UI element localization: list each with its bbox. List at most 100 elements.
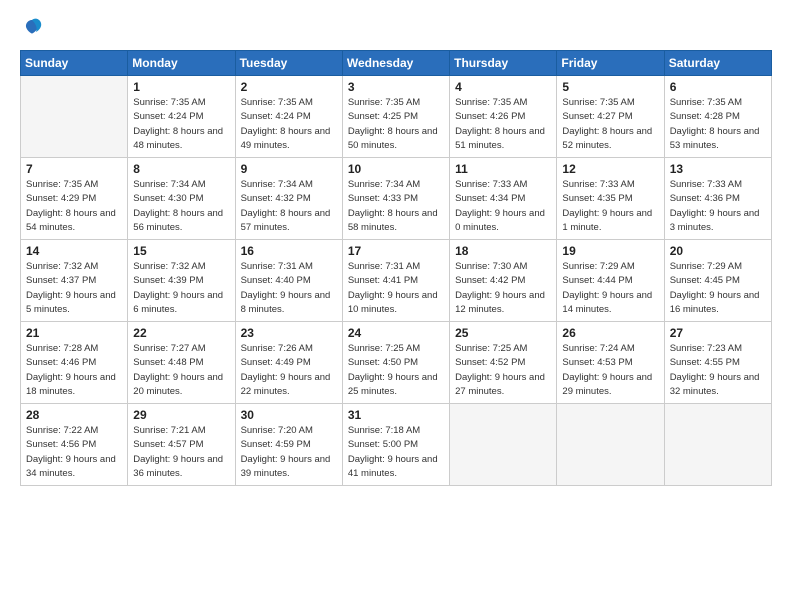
calendar-cell: 31Sunrise: 7:18 AMSunset: 5:00 PMDayligh… — [342, 404, 449, 486]
day-detail: Sunrise: 7:22 AMSunset: 4:56 PMDaylight:… — [26, 424, 122, 481]
sunrise-text: Sunrise: 7:18 AM — [348, 424, 444, 438]
day-number: 23 — [241, 326, 337, 340]
sunset-text: Sunset: 4:49 PM — [241, 356, 337, 370]
day-number: 3 — [348, 80, 444, 94]
day-number: 2 — [241, 80, 337, 94]
day-detail: Sunrise: 7:33 AMSunset: 4:36 PMDaylight:… — [670, 178, 766, 235]
daylight-text: Daylight: 8 hours and 49 minutes. — [241, 125, 337, 154]
week-row-4: 28 Sunrise: 7:22 AMSunset: 4:56 PMDayligh… — [21, 404, 772, 486]
day-detail: Sunrise: 7:28 AMSunset: 4:46 PMDaylight:… — [26, 342, 122, 399]
day-detail: Sunrise: 7:32 AMSunset: 4:39 PMDaylight:… — [133, 260, 229, 317]
calendar-cell: 1 Sunrise: 7:35 AMSunset: 4:24 PMDaylight… — [128, 76, 235, 158]
weekday-header-monday: Monday — [128, 51, 235, 76]
day-detail: Sunrise: 7:30 AMSunset: 4:42 PMDaylight:… — [455, 260, 551, 317]
sunset-text: Sunset: 4:50 PM — [348, 356, 444, 370]
day-number: 27 — [670, 326, 766, 340]
day-number: 21 — [26, 326, 122, 340]
calendar-cell: 18Sunrise: 7:30 AMSunset: 4:42 PMDayligh… — [450, 240, 557, 322]
calendar-cell: 25Sunrise: 7:25 AMSunset: 4:52 PMDayligh… — [450, 322, 557, 404]
day-detail: Sunrise: 7:35 AMSunset: 4:28 PMDaylight:… — [670, 96, 766, 153]
daylight-text: Daylight: 9 hours and 6 minutes. — [133, 289, 229, 318]
day-detail: Sunrise: 7:29 AMSunset: 4:45 PMDaylight:… — [670, 260, 766, 317]
calendar-cell: 30Sunrise: 7:20 AMSunset: 4:59 PMDayligh… — [235, 404, 342, 486]
calendar-cell — [557, 404, 664, 486]
weekday-header-wednesday: Wednesday — [342, 51, 449, 76]
weekday-header-friday: Friday — [557, 51, 664, 76]
day-detail: Sunrise: 7:35 AMSunset: 4:25 PMDaylight:… — [348, 96, 444, 153]
week-row-2: 14Sunrise: 7:32 AMSunset: 4:37 PMDayligh… — [21, 240, 772, 322]
day-detail: Sunrise: 7:26 AMSunset: 4:49 PMDaylight:… — [241, 342, 337, 399]
sunset-text: Sunset: 4:46 PM — [26, 356, 122, 370]
calendar-cell: 12Sunrise: 7:33 AMSunset: 4:35 PMDayligh… — [557, 158, 664, 240]
sunset-text: Sunset: 4:37 PM — [26, 274, 122, 288]
daylight-text: Daylight: 9 hours and 25 minutes. — [348, 371, 444, 400]
sunrise-text: Sunrise: 7:28 AM — [26, 342, 122, 356]
day-detail: Sunrise: 7:35 AMSunset: 4:24 PMDaylight:… — [241, 96, 337, 153]
day-detail: Sunrise: 7:23 AMSunset: 4:55 PMDaylight:… — [670, 342, 766, 399]
daylight-text: Daylight: 9 hours and 34 minutes. — [26, 453, 122, 482]
sunset-text: Sunset: 4:48 PM — [133, 356, 229, 370]
day-number: 28 — [26, 408, 122, 422]
sunrise-text: Sunrise: 7:32 AM — [133, 260, 229, 274]
daylight-text: Daylight: 9 hours and 16 minutes. — [670, 289, 766, 318]
calendar-cell: 3 Sunrise: 7:35 AMSunset: 4:25 PMDaylight… — [342, 76, 449, 158]
sunrise-text: Sunrise: 7:34 AM — [348, 178, 444, 192]
sunrise-text: Sunrise: 7:35 AM — [670, 96, 766, 110]
day-number: 4 — [455, 80, 551, 94]
sunset-text: Sunset: 4:41 PM — [348, 274, 444, 288]
daylight-text: Daylight: 9 hours and 20 minutes. — [133, 371, 229, 400]
daylight-text: Daylight: 9 hours and 8 minutes. — [241, 289, 337, 318]
calendar-cell: 21 Sunrise: 7:28 AMSunset: 4:46 PMDayligh… — [21, 322, 128, 404]
calendar-cell: 22 Sunrise: 7:27 AMSunset: 4:48 PMDayligh… — [128, 322, 235, 404]
daylight-text: Daylight: 9 hours and 39 minutes. — [241, 453, 337, 482]
daylight-text: Daylight: 9 hours and 32 minutes. — [670, 371, 766, 400]
daylight-text: Daylight: 9 hours and 18 minutes. — [26, 371, 122, 400]
day-number: 26 — [562, 326, 658, 340]
calendar-cell: 24Sunrise: 7:25 AMSunset: 4:50 PMDayligh… — [342, 322, 449, 404]
day-detail: Sunrise: 7:27 AMSunset: 4:48 PMDaylight:… — [133, 342, 229, 399]
week-row-0: 1Sunrise: 7:35 AMSunset: 4:24 PMDaylight… — [21, 76, 772, 158]
daylight-text: Daylight: 8 hours and 50 minutes. — [348, 125, 444, 154]
sunrise-text: Sunrise: 7:25 AM — [348, 342, 444, 356]
calendar-cell: 9Sunrise: 7:34 AMSunset: 4:32 PMDaylight… — [235, 158, 342, 240]
sunrise-text: Sunrise: 7:31 AM — [241, 260, 337, 274]
daylight-text: Daylight: 8 hours and 57 minutes. — [241, 207, 337, 236]
sunrise-text: Sunrise: 7:20 AM — [241, 424, 337, 438]
daylight-text: Daylight: 9 hours and 41 minutes. — [348, 453, 444, 482]
sunrise-text: Sunrise: 7:35 AM — [26, 178, 122, 192]
sunrise-text: Sunrise: 7:30 AM — [455, 260, 551, 274]
daylight-text: Daylight: 8 hours and 58 minutes. — [348, 207, 444, 236]
sunset-text: Sunset: 4:24 PM — [133, 110, 229, 124]
header — [20, 16, 772, 40]
day-detail: Sunrise: 7:21 AMSunset: 4:57 PMDaylight:… — [133, 424, 229, 481]
daylight-text: Daylight: 9 hours and 3 minutes. — [670, 207, 766, 236]
daylight-text: Daylight: 9 hours and 29 minutes. — [562, 371, 658, 400]
calendar-cell: 5Sunrise: 7:35 AMSunset: 4:27 PMDaylight… — [557, 76, 664, 158]
day-detail: Sunrise: 7:34 AMSunset: 4:33 PMDaylight:… — [348, 178, 444, 235]
calendar-cell: 8Sunrise: 7:34 AMSunset: 4:30 PMDaylight… — [128, 158, 235, 240]
sunrise-text: Sunrise: 7:33 AM — [670, 178, 766, 192]
weekday-header-tuesday: Tuesday — [235, 51, 342, 76]
day-number: 22 — [133, 326, 229, 340]
daylight-text: Daylight: 9 hours and 14 minutes. — [562, 289, 658, 318]
weekday-header-saturday: Saturday — [664, 51, 771, 76]
calendar-cell — [21, 76, 128, 158]
sunset-text: Sunset: 4:26 PM — [455, 110, 551, 124]
day-detail: Sunrise: 7:31 AMSunset: 4:41 PMDaylight:… — [348, 260, 444, 317]
daylight-text: Daylight: 9 hours and 1 minute. — [562, 207, 658, 236]
daylight-text: Daylight: 8 hours and 54 minutes. — [26, 207, 122, 236]
calendar-cell: 2 Sunrise: 7:35 AMSunset: 4:24 PMDaylight… — [235, 76, 342, 158]
sunset-text: Sunset: 4:28 PM — [670, 110, 766, 124]
weekday-header-sunday: Sunday — [21, 51, 128, 76]
logo — [20, 16, 48, 40]
sunset-text: Sunset: 4:59 PM — [241, 438, 337, 452]
sunset-text: Sunset: 4:32 PM — [241, 192, 337, 206]
day-number: 13 — [670, 162, 766, 176]
calendar-cell: 4Sunrise: 7:35 AMSunset: 4:26 PMDaylight… — [450, 76, 557, 158]
day-detail: Sunrise: 7:35 AMSunset: 4:24 PMDaylight:… — [133, 96, 229, 153]
calendar-cell: 27 Sunrise: 7:23 AMSunset: 4:55 PMDayligh… — [664, 322, 771, 404]
sunrise-text: Sunrise: 7:33 AM — [562, 178, 658, 192]
day-number: 6 — [670, 80, 766, 94]
sunset-text: Sunset: 4:53 PM — [562, 356, 658, 370]
day-number: 1 — [133, 80, 229, 94]
